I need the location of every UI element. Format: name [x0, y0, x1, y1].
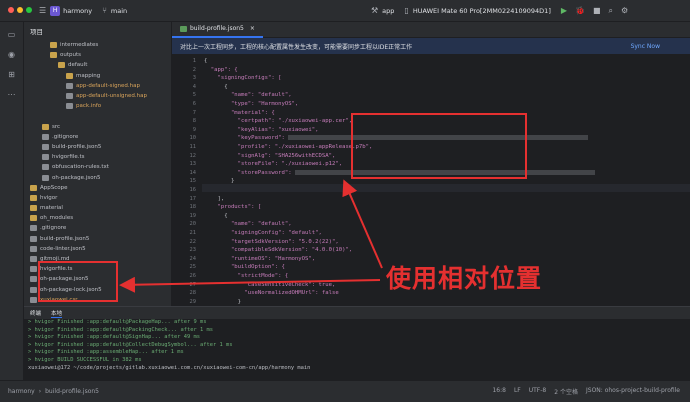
terminal-output[interactable]: > hvigor Finished :app:default@PackageHa… — [24, 319, 690, 372]
terminal-panel: 终端 本地 > hvigor Finished :app:default@Pac… — [24, 306, 690, 380]
json-schema[interactable]: JSON: ohos-project-build-profile — [586, 387, 680, 396]
annotation-text: 使用相对位置 — [386, 264, 543, 293]
indent-setting[interactable]: 2 个空格 — [554, 387, 578, 396]
breadcrumb-file[interactable]: build-profile.json5 — [45, 388, 99, 395]
terminal-line: > hvigor Finished :app:default@CollectDe… — [28, 341, 233, 348]
terminal-line: > hvigor Finished :app:default@PackageHa… — [28, 319, 207, 325]
terminal-title: 终端 — [30, 311, 42, 317]
status-bar: harmony › build-profile.json5 16:8 LF UT… — [0, 380, 690, 402]
line-ending[interactable]: LF — [514, 387, 521, 396]
breadcrumb-project[interactable]: harmony — [8, 388, 35, 395]
terminal-line: > hvigor Finished :app:assembleHap... af… — [28, 349, 184, 356]
tab-local[interactable]: 本地 — [51, 309, 63, 318]
terminal-tabs: 终端 本地 — [24, 307, 690, 319]
terminal-line: xuxiaowei@172 ~/code/projects/gitlab.xux… — [28, 364, 311, 371]
cursor-position[interactable]: 16:8 — [492, 387, 505, 396]
file-encoding[interactable]: UTF-8 — [529, 387, 547, 396]
arrow-to-code — [342, 179, 383, 269]
breadcrumb-separator-icon: › — [38, 388, 42, 395]
terminal-line: > hvigor Finished :app:default@PackingCh… — [28, 326, 213, 333]
arrow-to-files — [119, 276, 381, 293]
terminal-line: > hvigor Finished :app:default@SignHap..… — [28, 334, 201, 341]
terminal-line: > hvigor BUILD SUCCESSFUL in 382 ms — [28, 356, 142, 363]
